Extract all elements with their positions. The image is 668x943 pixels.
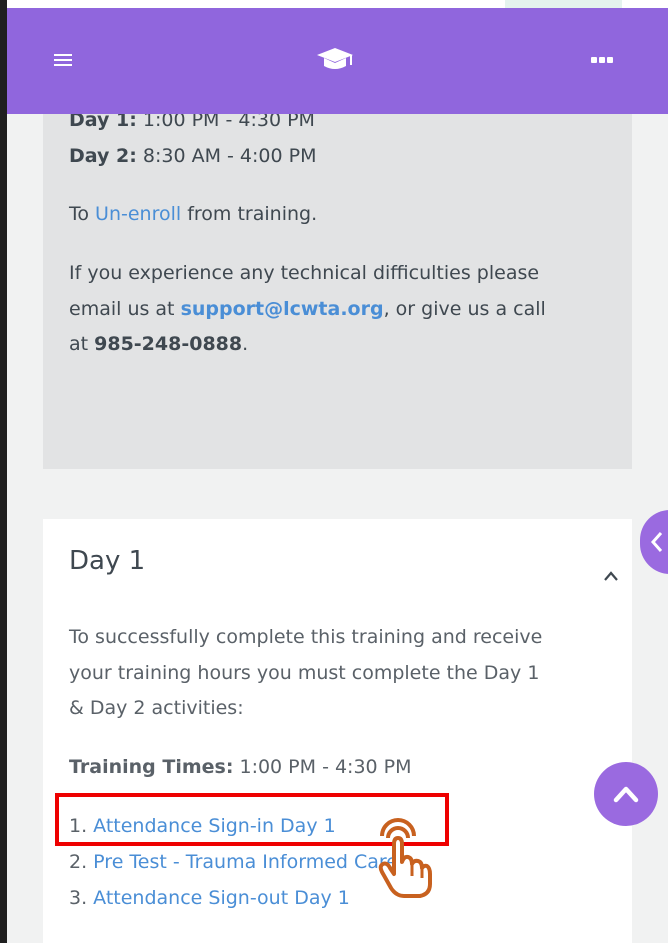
collapse-chevron-up-icon[interactable] [603, 569, 619, 583]
training-times-value: 1:00 PM - 4:30 PM [233, 756, 412, 778]
attendance-sign-out-link[interactable]: Attendance Sign-out Day 1 [93, 887, 350, 909]
corner-tint [505, 0, 622, 8]
chevron-up-icon [613, 786, 639, 803]
day2-label: Day 2: [69, 145, 137, 167]
pointing-hand-icon [378, 818, 432, 898]
scroll-to-top-button[interactable] [594, 762, 658, 826]
section-desc-line-3: & Day 2 activities: [69, 697, 244, 719]
support-phone-prefix: at [69, 333, 95, 355]
unenroll-suffix: from training. [181, 203, 318, 225]
activity-item-3: 3. Attendance Sign-out Day 1 [69, 884, 350, 912]
activity-number: 2. [69, 851, 94, 873]
hamburger-menu-icon [54, 54, 72, 66]
support-email-link[interactable]: support@lcwta.org [181, 298, 384, 320]
support-line-2: email us at support@lcwta.org, or give u… [69, 295, 546, 323]
home-logo-button[interactable] [313, 44, 357, 74]
unenroll-line: To Un-enroll from training. [69, 200, 317, 228]
training-times: Training Times: 1:00 PM - 4:30 PM [69, 753, 412, 781]
unenroll-link[interactable]: Un-enroll [95, 203, 181, 225]
support-phone-suffix: . [242, 333, 249, 355]
chevron-left-icon [650, 532, 663, 552]
support-line-1: If you experience any technical difficul… [69, 262, 540, 284]
pre-test-link[interactable]: Pre Test - Trauma Informed Care [93, 851, 398, 873]
support-line-3: at 985-248-0888. [69, 330, 248, 358]
unenroll-prefix: To [69, 203, 96, 225]
section-desc-line-1: To successfully complete this training a… [69, 626, 543, 648]
support-email-suffix: , or give us a call [383, 298, 546, 320]
activity-number: 3. [69, 887, 94, 909]
menu-button[interactable] [52, 49, 74, 71]
day2-schedule: Day 2: 8:30 AM - 4:00 PM [69, 142, 316, 170]
section-desc-line-2: your training hours you must complete th… [69, 662, 540, 684]
training-info-card: Day 1: 1:00 PM - 4:30 PM Day 2: 8:30 AM … [43, 92, 632, 469]
top-app-bar [7, 8, 668, 114]
support-phone: 985-248-0888 [94, 333, 243, 355]
graduation-cap-icon [317, 48, 353, 69]
training-times-label: Training Times: [69, 756, 234, 778]
day2-time: 8:30 AM - 4:00 PM [136, 145, 317, 167]
support-email-prefix: email us at [69, 298, 181, 320]
more-options-button[interactable] [584, 48, 620, 72]
more-dots-icon [591, 57, 613, 63]
left-edge-strip [0, 0, 7, 943]
activity-item-2: 2. Pre Test - Trauma Informed Care [69, 848, 398, 876]
section-title: Day 1 [69, 546, 146, 576]
day1-section-card: Day 1 To successfully complete this trai… [43, 519, 632, 943]
